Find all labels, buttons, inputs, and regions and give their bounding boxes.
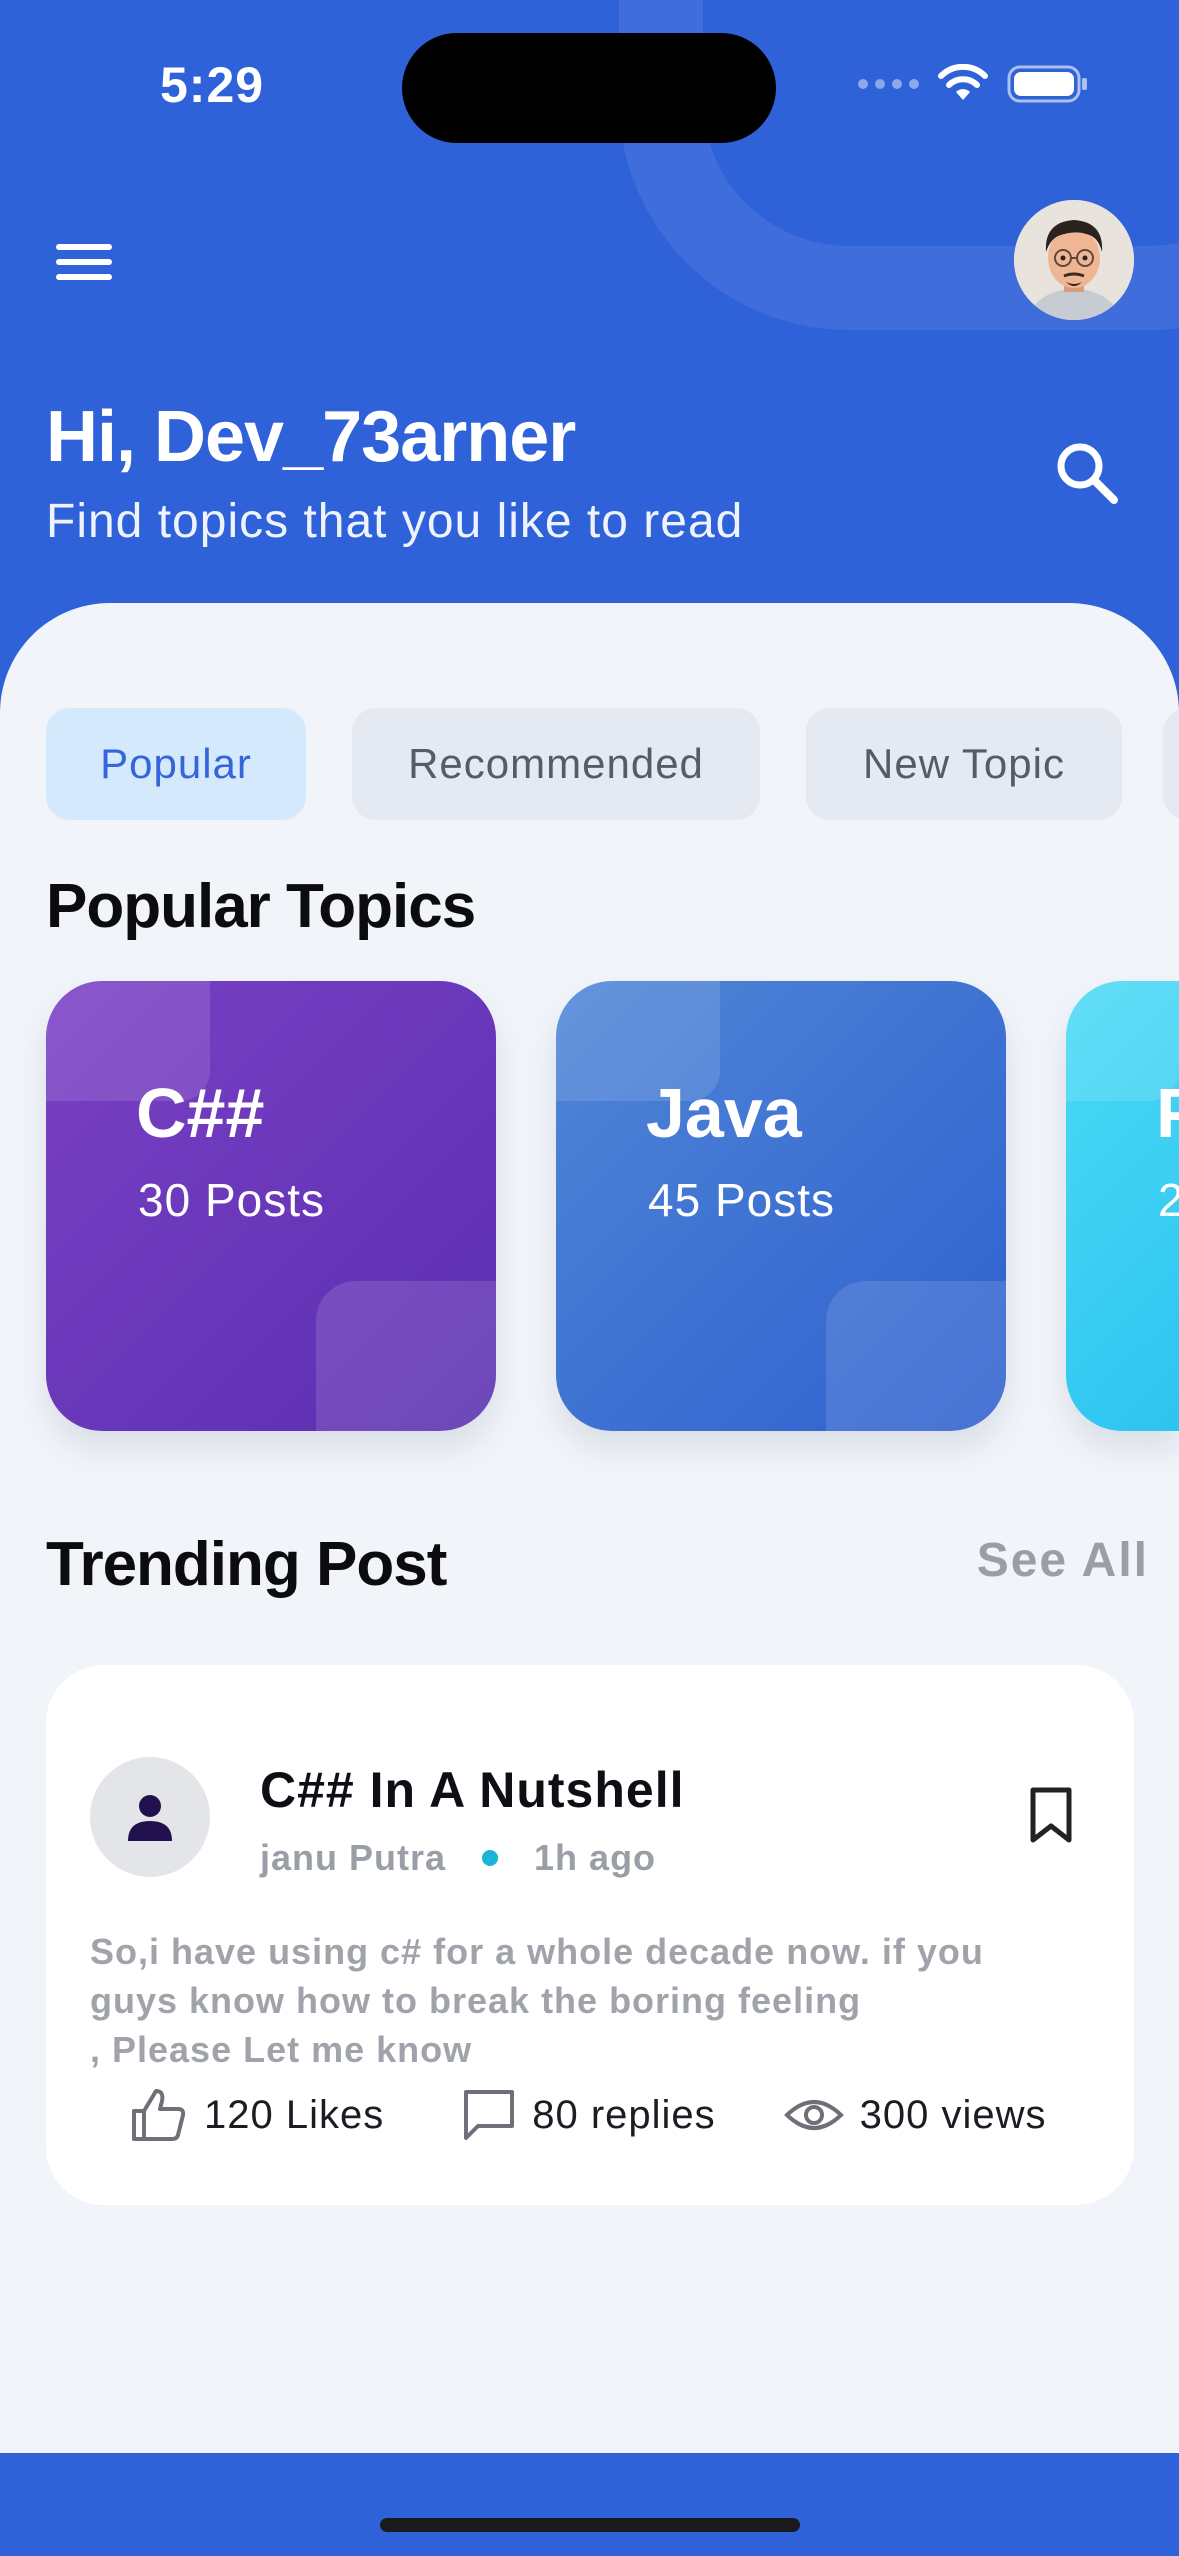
topic-card-partial[interactable]: P 2 [1066,981,1179,1431]
replies-count: 80 replies [532,2092,716,2137]
search-icon[interactable] [1050,436,1124,510]
trending-post-title: Trending Post [46,1530,447,1599]
card-decoration [826,1281,1006,1431]
status-time: 5:29 [160,57,265,113]
topic-card-java[interactable]: Java 45 Posts [556,981,1006,1431]
thumbs-up-icon [132,2089,186,2141]
post-time: 1h ago [534,1837,657,1878]
status-icons [858,64,1089,104]
menu-icon[interactable] [56,240,112,284]
topic-post-count: 2 [1158,1174,1179,1226]
see-all-link[interactable]: See All [977,1533,1149,1588]
greeting-subtitle: Find topics that you like to read [46,495,744,548]
views-indicator: 300 views [783,2092,1047,2138]
cellular-signal-icon [858,79,919,89]
eye-icon [783,2100,844,2130]
tab-overflow[interactable] [1163,708,1179,820]
like-button[interactable]: 120 Likes [130,2087,384,2143]
popular-topics-title: Popular Topics [46,872,476,941]
post-title: C## In A Nutshell [260,1762,685,1818]
views-count: 300 views [859,2092,1047,2137]
separator-dot [482,1850,499,1866]
filter-tabs: Popular Recommended New Topic [46,708,1122,820]
post-meta: janu Putra 1h ago [260,1837,656,1879]
content-sheet: Popular Recommended New Topic Popular To… [0,603,1179,2453]
screen: 5:29 Hi, Dev_73arner Find topics that yo… [0,0,1179,2556]
topic-post-count: 45 Posts [648,1174,835,1226]
greeting-title: Hi, Dev_73arner [46,397,576,477]
post-author: janu Putra [260,1837,447,1878]
home-indicator[interactable] [380,2518,800,2532]
replies-button[interactable]: 80 replies [462,2088,715,2142]
bookmark-icon[interactable] [1026,1785,1076,1845]
topic-card-csharp[interactable]: C## 30 Posts [46,981,496,1431]
avatar-illustration [1014,200,1134,320]
tab-recommended[interactable]: Recommended [352,708,760,820]
post-body: So,i have using c# for a whole decade no… [90,1931,984,2070]
post-card[interactable]: C## In A Nutshell janu Putra 1h ago So,i… [46,1665,1134,2205]
likes-count: 120 Likes [204,2092,385,2137]
topic-name: Java [646,1074,802,1152]
card-decoration [316,1281,496,1431]
topic-name: P [1156,1073,1179,1153]
dynamic-island [402,33,776,143]
author-avatar [90,1757,210,1877]
tab-new-topic[interactable]: New Topic [806,708,1122,820]
bottom-bar [0,2453,1179,2556]
topic-name: C## [136,1074,265,1152]
person-icon [128,1795,172,1841]
comment-icon [464,2090,515,2140]
wifi-icon [938,64,988,100]
user-avatar[interactable] [1014,200,1134,320]
tab-popular[interactable]: Popular [46,708,306,820]
post-stats: 120 Likes 80 replies 300 views [130,2087,1090,2143]
battery-icon [1007,65,1087,103]
topic-post-count: 30 Posts [138,1174,325,1226]
